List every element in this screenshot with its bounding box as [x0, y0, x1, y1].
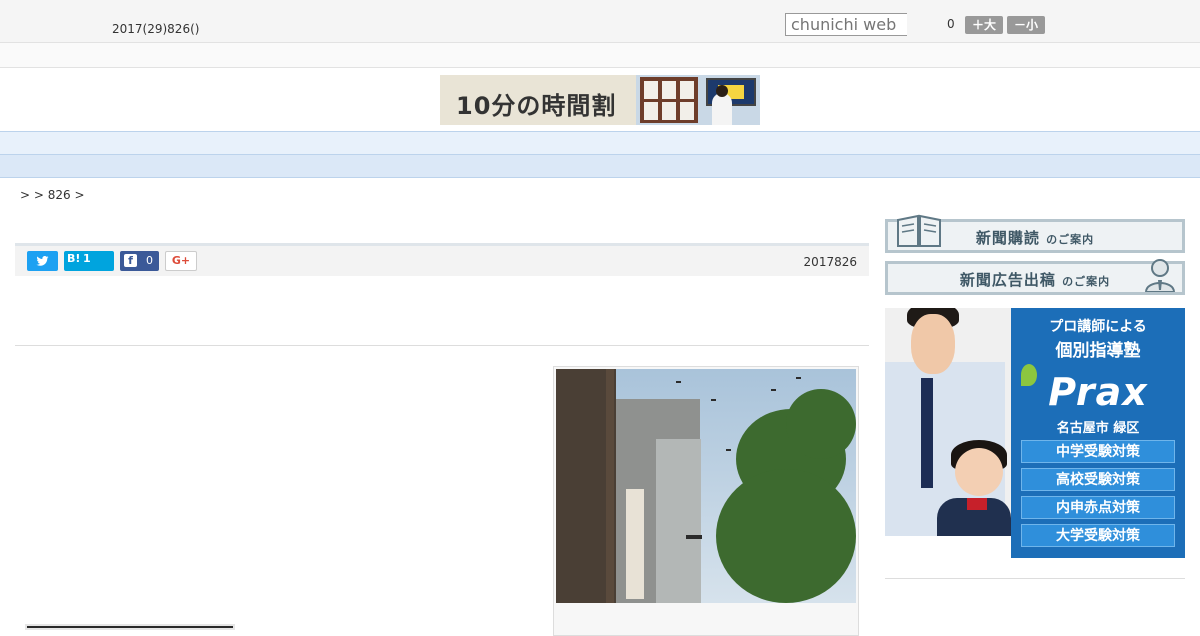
- student-head: [955, 448, 1003, 496]
- prax-cta-junior-high[interactable]: 中学受験対策: [1021, 440, 1175, 463]
- prax-ad-photo: [885, 308, 1011, 558]
- nav-item[interactable]: [728, 137, 768, 154]
- photo-building: [656, 439, 701, 603]
- photo-bird: [686, 535, 702, 539]
- sidebar-divider: [885, 578, 1185, 579]
- nav-item[interactable]: [168, 137, 208, 154]
- window-pane: [680, 102, 694, 120]
- photo-tree: [786, 389, 856, 459]
- nav-item[interactable]: [248, 137, 288, 154]
- facebook-count: 0: [146, 254, 153, 267]
- advertising-guide-label: 新聞広告出稿 のご案内: [888, 269, 1182, 290]
- hatena-count: 1: [83, 252, 91, 265]
- prax-cta-university[interactable]: 大学受験対策: [1021, 524, 1175, 547]
- hatena-bookmark-button[interactable]: B! 1: [64, 251, 114, 271]
- desk: [885, 536, 1011, 558]
- breadcrumb[interactable]: > > 826 >: [20, 188, 85, 202]
- nav-item[interactable]: [328, 137, 368, 154]
- subscription-guide-main: 新聞購読: [975, 229, 1040, 247]
- advertising-guide-main: 新聞広告出稿: [959, 271, 1056, 289]
- teacher-head: [911, 314, 955, 374]
- banner-person-head: [716, 85, 728, 97]
- photo-pole: [606, 369, 614, 603]
- window-pane: [662, 81, 676, 99]
- font-smaller-button[interactable]: －小: [1007, 16, 1045, 34]
- share-bar: B! 1 f 0 G+ 2017826: [15, 243, 869, 276]
- article-photo-frame: [553, 366, 859, 636]
- nav-item[interactable]: [488, 137, 528, 154]
- advertising-guide-button[interactable]: 新聞広告出稿 のご案内: [885, 259, 1185, 295]
- photo-bird: [711, 399, 716, 401]
- facebook-share-button[interactable]: f 0: [120, 251, 159, 271]
- banner-person: [712, 93, 732, 125]
- category-nav: [0, 131, 1200, 155]
- subscription-guide-button[interactable]: 新聞購読 のご案内: [885, 214, 1185, 253]
- prax-logo: Prax: [1048, 370, 1148, 414]
- photo-bird: [676, 381, 681, 383]
- twitter-share-button[interactable]: [27, 251, 58, 271]
- font-size-value: 0: [947, 17, 955, 31]
- font-larger-button[interactable]: ＋大: [965, 16, 1003, 34]
- businessperson-icon: [1144, 259, 1176, 292]
- photo-bird: [771, 389, 776, 391]
- prax-headline: 個別指導塾: [1055, 341, 1141, 361]
- prax-tagline: プロ講師による: [1049, 319, 1147, 335]
- hatena-label: B!: [67, 252, 81, 265]
- subscription-guide-suffix: のご案内: [1046, 233, 1095, 246]
- header-date: 2017(29)826(): [112, 22, 200, 36]
- nav-item[interactable]: [408, 137, 448, 154]
- photo-sign: [626, 489, 644, 599]
- window-pane: [644, 102, 658, 120]
- photo-bird: [726, 449, 731, 451]
- article-divider: [15, 345, 869, 346]
- search-input[interactable]: [785, 13, 907, 36]
- publish-date: 2017826: [803, 255, 857, 269]
- banner-title: 10分の時間割: [456, 92, 617, 120]
- prax-cta-high-school[interactable]: 高校受験対策: [1021, 468, 1175, 491]
- prax-advertisement[interactable]: プロ講師による 個別指導塾 Prax 名古屋市 緑区 中学受験対策 高校受験対策…: [885, 308, 1185, 558]
- header-banner[interactable]: 10分の時間割: [440, 75, 760, 125]
- nav-item[interactable]: [648, 137, 688, 154]
- nav-item[interactable]: [808, 137, 848, 154]
- header-sub-bar: [0, 43, 1200, 68]
- google-plus-share-button[interactable]: G+: [165, 251, 197, 271]
- banner-photo: [636, 75, 760, 125]
- twitter-icon: [36, 256, 49, 266]
- photo-bird: [796, 377, 801, 379]
- prax-area: 名古屋市 緑区: [1056, 421, 1140, 436]
- prax-ad-panel: プロ講師による 個別指導塾 Prax 名古屋市 緑区 中学受験対策 高校受験対策…: [1011, 308, 1185, 558]
- category-subnav: [0, 155, 1200, 178]
- article-thumbnail[interactable]: [25, 624, 235, 630]
- window-pane: [662, 102, 676, 120]
- nav-item[interactable]: [568, 137, 608, 154]
- advertising-guide-suffix: のご案内: [1062, 275, 1111, 288]
- banner-window: [640, 77, 698, 123]
- article-photo[interactable]: [556, 369, 856, 603]
- photo-tree: [716, 469, 856, 603]
- teacher-tie: [921, 378, 933, 488]
- top-bar: 2017(29)826() 0 ＋大 －小: [0, 0, 1200, 43]
- facebook-icon: f: [124, 254, 137, 267]
- student-bow: [967, 498, 987, 510]
- subscription-guide-label: 新聞購読 のご案内: [888, 227, 1182, 248]
- window-pane: [644, 81, 658, 99]
- window-pane: [680, 81, 694, 99]
- prax-cta-report-card[interactable]: 内申赤点対策: [1021, 496, 1175, 519]
